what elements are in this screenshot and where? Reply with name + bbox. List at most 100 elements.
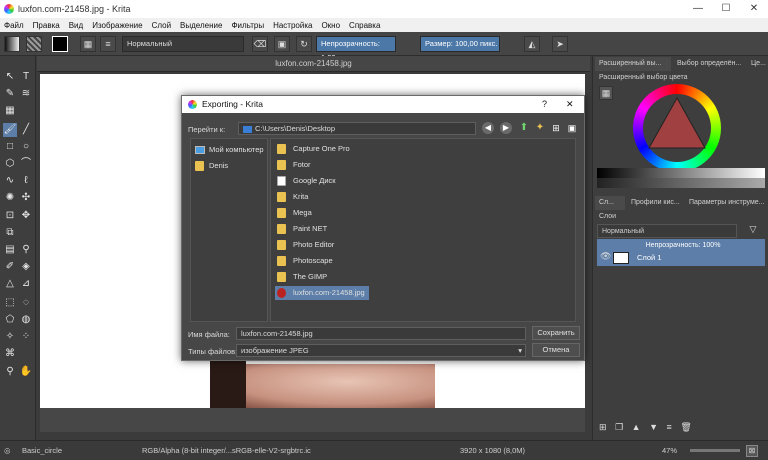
color-picker-icon[interactable]: ⚲ [19,243,33,257]
brush-presets-icon[interactable]: ▦ [80,36,96,52]
magic-wand-icon[interactable]: ✧ [3,330,17,344]
gradient-icon[interactable] [4,36,20,52]
tab-advanced-color[interactable]: Расширенный вы... [595,57,671,71]
sidebar-item-denis[interactable]: Denis [193,159,228,173]
list-item[interactable]: Paint NET [275,222,327,236]
polygon-tool-icon[interactable]: ⬡ [3,157,17,171]
list-item[interactable]: Fotor [275,158,311,172]
list-item[interactable]: Mega [275,206,312,220]
gradient-tool-icon[interactable]: ▤ [3,243,17,257]
ellipse-tool-icon[interactable]: ○ [19,140,33,154]
path-combobox[interactable]: C:\Users\Denis\Desktop [238,122,476,135]
zoom-slider[interactable] [690,449,740,452]
line-tool-icon[interactable]: ╱ [19,123,33,137]
minimize-button[interactable]: — [684,0,712,18]
tab-tool-options[interactable]: Параметры инструме... [685,196,767,210]
list-item[interactable]: Krita [275,190,308,204]
document-tab[interactable]: luxfon.com-21458.jpg [37,56,590,72]
eye-icon[interactable]: 👁 [600,251,611,262]
layer-blend-select[interactable]: Нормальный [597,224,737,238]
rectangle-tool-icon[interactable]: □ [3,140,17,154]
filetype-select[interactable]: изображение JPEG ▾ [236,344,526,357]
menu-layer[interactable]: Слой [152,21,171,30]
menu-window[interactable]: Окно [321,21,340,30]
bezier-tool-icon[interactable]: ∿ [3,174,17,188]
color-settings-icon[interactable]: ▦ [599,86,613,100]
list-item[interactable]: Google Диск [275,174,336,188]
opacity-slider[interactable]: Непрозрачность: 1,00 [316,36,396,62]
list-item[interactable]: The GIMP [275,270,327,284]
dynamic-brush-icon[interactable]: ✺ [3,191,17,205]
list-item[interactable]: Photo Editor [275,238,334,252]
tab-layers[interactable]: Сл... [595,196,625,210]
menu-settings[interactable]: Настройка [273,21,312,30]
new-folder-icon[interactable]: ✦ [534,122,546,134]
assistant-tool-icon[interactable]: △ [3,277,17,291]
sidebar-item-computer[interactable]: Мой компьютер [193,143,264,157]
back-icon[interactable]: ◀ [482,122,494,134]
cancel-button[interactable]: Отмена [532,343,580,357]
move-tool-icon[interactable]: ✥ [19,209,33,223]
layer-up-icon[interactable]: ▲ [632,422,641,432]
fg-bg-color-icon[interactable] [52,36,68,52]
list-item-selected[interactable]: luxfon.com-21458.jpg [275,286,369,300]
tab-color-more[interactable]: Це... [747,57,767,71]
tab-brush-presets[interactable]: Профили кис... [627,196,683,210]
polyline-tool-icon[interactable]: ⌒ [19,157,33,171]
help-button[interactable]: ? [542,96,547,113]
zoom-level[interactable]: 47% [662,441,677,460]
text-tool-icon[interactable]: T [19,70,33,84]
rect-select-icon[interactable]: ⬚ [3,296,17,310]
multibrush-icon[interactable]: ✣ [19,191,33,205]
transform-tool-icon[interactable]: ⧉ [3,226,17,240]
zoom-tool-icon[interactable]: ⚲ [3,365,17,379]
horizontal-scrollbar[interactable] [40,408,585,432]
close-window-button[interactable]: ✕ [740,0,768,18]
list-item[interactable]: Capture One Pro [275,142,350,156]
layer-properties-icon[interactable]: ≡ [667,422,672,432]
similar-select-icon[interactable]: ⁘ [19,330,33,344]
detail-view-icon[interactable]: ▣ [566,122,578,134]
menu-select[interactable]: Выделение [180,21,222,30]
color-triangle[interactable] [647,96,707,156]
layer-row[interactable]: 👁 Слой 1 [597,250,765,266]
save-button[interactable]: Сохранить [532,326,580,340]
bezier-select-icon[interactable]: ⌘ [3,347,17,361]
colorize-mask-icon[interactable]: ✐ [3,260,17,274]
color-wheel[interactable] [633,84,721,172]
preserve-alpha-icon[interactable]: ▣ [274,36,290,52]
polygon-select-icon[interactable]: ⬠ [3,313,17,327]
crop-tool-icon[interactable]: ⊡ [3,209,17,223]
saturation-bar[interactable] [597,178,765,188]
eraser-icon[interactable]: ⌫ [252,36,268,52]
measure-tool-icon[interactable]: ⊿ [19,277,33,291]
filter-icon[interactable]: ▽ [743,224,763,238]
edit-shapes-icon[interactable]: ✎ [3,87,17,101]
menu-view[interactable]: Вид [69,21,83,30]
filename-input[interactable] [236,327,526,340]
up-folder-icon[interactable]: ⬆ [518,122,530,134]
select-shapes-icon[interactable]: ↖ [3,70,17,84]
menu-file[interactable]: Файл [4,21,24,30]
freehand-path-icon[interactable]: ℓ [19,174,33,188]
list-view-icon[interactable]: ⊞ [550,122,562,134]
size-slider[interactable]: Размер: 100,00 пикс. [420,36,500,52]
tab-specific-color[interactable]: Выбор определён... [673,57,745,71]
duplicate-layer-icon[interactable]: ❐ [615,422,623,432]
pan-tool-icon[interactable]: ✋ [19,365,33,379]
freehand-select-icon[interactable]: ◍ [19,313,33,327]
add-layer-icon[interactable]: ⊞ [599,422,607,432]
brush-tool-icon[interactable]: 🖌 [3,123,17,137]
mirror-vertical-icon[interactable]: ➤ [552,36,568,52]
forward-icon[interactable]: ▶ [500,122,512,134]
menu-help[interactable]: Справка [349,21,380,30]
layer-down-icon[interactable]: ▼ [649,422,658,432]
reload-preset-icon[interactable]: ↻ [296,36,312,52]
blend-mode-select[interactable]: Нормальный [122,36,244,52]
mirror-horizontal-icon[interactable]: ◭ [524,36,540,52]
list-item[interactable]: Photoscape [275,254,333,268]
menu-edit[interactable]: Правка [33,21,60,30]
fit-zoom-icon[interactable]: ⊠ [746,445,758,457]
ellipse-select-icon[interactable]: ◌ [19,296,33,310]
menu-image[interactable]: Изображение [92,21,142,30]
